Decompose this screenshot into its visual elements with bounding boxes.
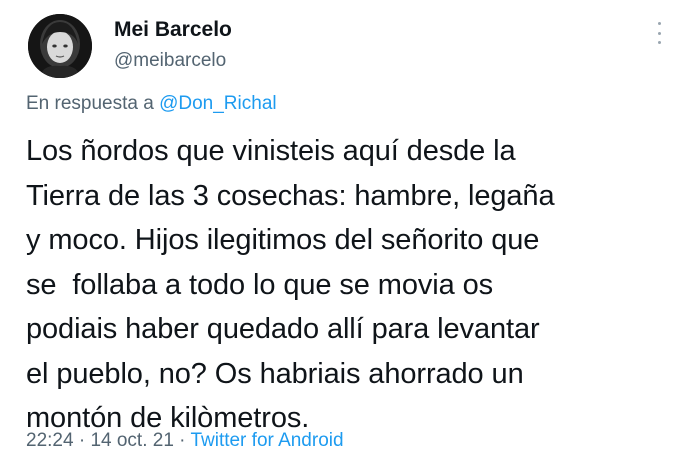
tweet-time[interactable]: 22:24 — [26, 430, 74, 451]
tweet-text-line: podiais haber quedado allí para levantar — [26, 313, 540, 345]
reply-context: En respuesta a @Don_Richal — [26, 91, 277, 117]
tweet-card: Mei Barcelo @meibarcelo En respuesta a @… — [0, 0, 680, 475]
more-vertical-icon[interactable] — [656, 22, 662, 44]
dot — [657, 41, 661, 44]
reply-to-handle-link[interactable]: @Don_Richal — [159, 93, 277, 114]
tweet-date[interactable]: 14 oct. 21 — [90, 430, 173, 451]
meta-separator: · — [78, 430, 86, 451]
dot — [657, 31, 661, 35]
avatar[interactable] — [28, 14, 92, 78]
tweet-text-line: el pueblo, no? Os habriais ahorrado un — [26, 357, 524, 390]
dot — [657, 22, 661, 25]
tweet-text-line: y moco. Hijos ilegitimos del señorito qu… — [26, 224, 540, 256]
tweet-text-line: Tierra de las 3 cosechas: hambre, legaña — [26, 179, 555, 212]
profile-photo-icon — [28, 14, 92, 78]
tweet-text: Los ñordos que vinisteis aquí desde la T… — [26, 129, 666, 441]
tweet-source-link[interactable]: Twitter for Android — [190, 430, 343, 451]
tweet-meta: 22:24 · 14 oct. 21 · Twitter for Android — [26, 428, 344, 454]
tweet-text-line: Los ñordos que vinisteis aquí desde la — [26, 135, 516, 167]
user-handle[interactable]: @meibarcelo — [114, 48, 232, 74]
author-block: Mei Barcelo @meibarcelo — [114, 16, 232, 74]
tweet-text-line: se follaba a todo lo que se movia os — [26, 268, 494, 301]
display-name[interactable]: Mei Barcelo — [114, 16, 232, 44]
meta-separator: · — [179, 430, 186, 451]
reply-prefix: En respuesta a — [26, 93, 154, 114]
